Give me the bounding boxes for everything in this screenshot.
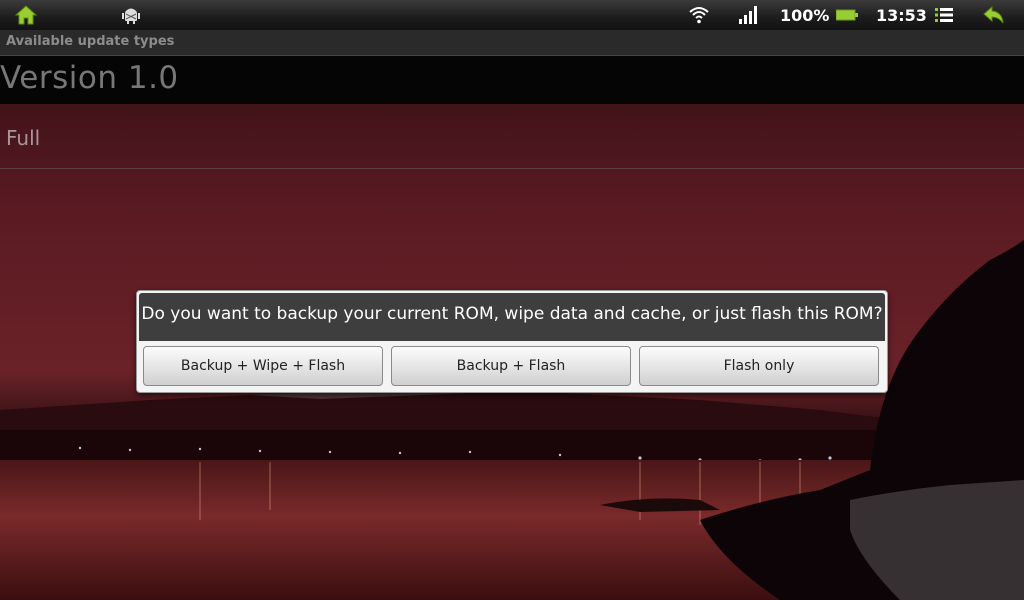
app-header: Available update types <box>0 30 1024 56</box>
list-item-full[interactable]: Full <box>0 104 1024 169</box>
menu-icon[interactable] <box>935 0 953 30</box>
back-icon[interactable] <box>983 0 1005 30</box>
home-icon[interactable] <box>15 0 37 30</box>
battery-icon <box>836 0 858 30</box>
app-title: Available update types <box>6 34 175 49</box>
version-label: Version 1.0 <box>0 60 179 96</box>
backup-flash-button[interactable]: Backup + Flash <box>391 346 631 386</box>
wifi-icon <box>689 0 709 30</box>
android-debug-icon <box>122 0 140 30</box>
signal-icon <box>738 0 760 30</box>
backup-dialog: Do you want to backup your current ROM, … <box>136 290 888 393</box>
list-item-label: Full <box>6 126 41 150</box>
battery-level: 100% <box>780 5 830 25</box>
backup-wipe-flash-button[interactable]: Backup + Wipe + Flash <box>143 346 383 386</box>
status-bar: 100% 13:53 <box>0 0 1024 30</box>
flash-only-button[interactable]: Flash only <box>639 346 879 386</box>
dialog-message: Do you want to backup your current ROM, … <box>139 293 885 341</box>
version-header: Version 1.0 <box>0 56 1024 104</box>
clock: 13:53 <box>876 5 927 25</box>
